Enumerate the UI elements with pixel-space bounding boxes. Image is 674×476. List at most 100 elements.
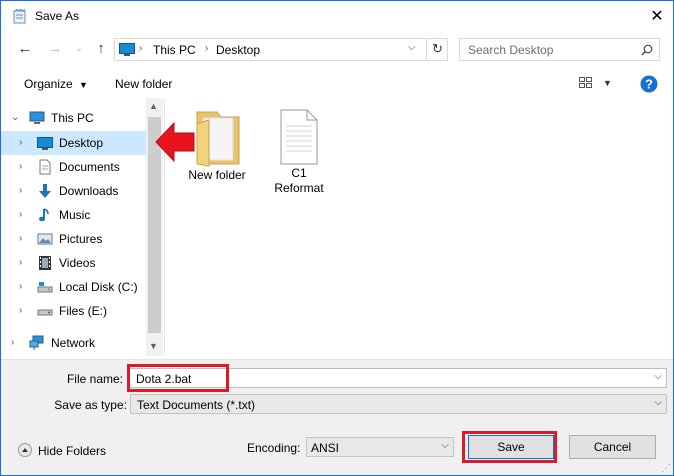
cancel-button[interactable]: Cancel — [569, 435, 656, 459]
search-input[interactable]: Search Desktop — [459, 38, 660, 61]
notepad-icon — [13, 9, 26, 24]
navigation-pane: ⌄ This PC › Desktop › Documents › Downlo… — [1, 98, 146, 356]
up-button[interactable]: ↑ — [91, 39, 111, 59]
collapse-up-icon — [18, 443, 32, 457]
desktop-icon — [37, 137, 53, 150]
file-list: New folder C1 Reformat — [166, 98, 673, 356]
back-button[interactable]: ← — [15, 39, 35, 59]
chevron-right-icon: › — [19, 209, 23, 220]
recent-locations-button[interactable]: ⌄ — [69, 39, 89, 59]
refresh-button[interactable]: ↻ — [426, 38, 448, 61]
forward-arrow-icon: → — [47, 40, 63, 57]
chevron-right-icon: › — [19, 281, 23, 292]
back-arrow-icon: ← — [17, 40, 33, 57]
documents-icon — [39, 159, 51, 175]
document-icon — [280, 109, 318, 165]
breadcrumb-separator: › — [205, 43, 209, 54]
address-bar[interactable]: › This PC › Desktop ⌵ — [114, 38, 448, 61]
sidebar-item-label: Files (E:) — [59, 304, 107, 318]
sidebar-item-videos[interactable]: › Videos — [1, 251, 146, 275]
save-button-highlight — [462, 431, 557, 463]
svg-text:?: ? — [645, 77, 653, 92]
sidebar-item-pictures[interactable]: › Pictures — [1, 227, 146, 251]
breadcrumb-separator: › — [139, 43, 143, 54]
file-item-new-folder[interactable]: New folder — [182, 108, 252, 183]
breadcrumb-this-pc[interactable]: This PC — [153, 43, 196, 57]
scroll-up-icon[interactable]: ▲ — [149, 101, 158, 111]
chevron-down-icon: ⌄ — [74, 43, 84, 54]
help-icon[interactable]: ? — [640, 75, 658, 93]
address-dropdown-icon[interactable]: ⌵ — [408, 42, 416, 53]
refresh-icon: ↻ — [432, 41, 443, 56]
new-folder-button[interactable]: New folder — [115, 77, 172, 91]
chevron-down-icon: ⌵ — [441, 440, 449, 451]
view-dropdown-icon[interactable]: ▼ — [603, 78, 612, 88]
forward-button[interactable]: → — [45, 39, 65, 59]
sidebar-item-label: Downloads — [59, 184, 119, 198]
chevron-down-icon: ⌄ — [11, 112, 20, 123]
save-as-type-value: Text Documents (*.txt) — [137, 398, 256, 412]
sidebar-item-local-disk[interactable]: › Local Disk (C:) — [1, 275, 146, 299]
chevron-right-icon: › — [19, 185, 23, 196]
close-button[interactable]: ✕ — [644, 5, 670, 29]
organize-button[interactable]: Organize ▼ — [24, 77, 88, 91]
sidebar-item-desktop[interactable]: › Desktop — [1, 131, 146, 155]
sidebar-item-music[interactable]: › Music — [1, 203, 146, 227]
pc-icon — [29, 111, 45, 124]
videos-icon — [39, 256, 51, 270]
local-disk-icon — [37, 282, 53, 293]
title-bar: Save As ✕ — [1, 1, 673, 32]
up-arrow-icon: ↑ — [97, 40, 105, 57]
sidebar-item-label: Videos — [59, 256, 96, 270]
file-name-highlight — [127, 364, 229, 392]
sidebar-item-network[interactable]: › Network — [1, 331, 146, 355]
close-icon: ✕ — [650, 8, 664, 25]
file-item-label: New folder — [188, 168, 246, 182]
encoding-value: ANSI — [311, 441, 340, 455]
desktop-icon — [119, 43, 135, 56]
chevron-right-icon: › — [11, 337, 15, 348]
save-as-type-label: Save as type: — [54, 398, 127, 412]
sidebar-item-label: Pictures — [59, 232, 103, 246]
sidebar-item-documents[interactable]: › Documents — [1, 155, 146, 179]
chevron-right-icon: › — [19, 233, 23, 244]
downloads-icon — [39, 184, 51, 198]
window-title: Save As — [35, 9, 80, 23]
file-name-label: File name: — [66, 372, 123, 386]
file-item-label: C1 Reformat — [274, 166, 324, 195]
encoding-select[interactable]: ANSI ⌵ — [306, 437, 454, 457]
sidebar-item-files-e[interactable]: › Files (E:) — [1, 299, 146, 323]
hide-folders-label: Hide Folders — [38, 444, 107, 458]
chevron-right-icon: › — [19, 137, 23, 148]
chevron-right-icon: › — [19, 161, 23, 172]
pictures-icon — [37, 233, 53, 245]
sidebar-item-label: Network — [51, 336, 96, 350]
search-icon — [641, 44, 653, 56]
scroll-down-icon[interactable]: ▼ — [149, 341, 158, 351]
organize-label: Organize — [24, 77, 73, 91]
resize-grip-icon[interactable]: ⋰ — [661, 463, 671, 474]
music-icon — [39, 208, 49, 222]
sidebar-item-label: Local Disk (C:) — [59, 280, 138, 294]
sidebar-item-label: Music — [59, 208, 91, 222]
chevron-down-icon: ⌵ — [654, 397, 662, 408]
encoding-label: Encoding: — [247, 441, 301, 455]
chevron-right-icon: › — [19, 305, 23, 316]
chevron-down-icon[interactable]: ⌵ — [654, 371, 662, 382]
chevron-right-icon: › — [19, 257, 23, 268]
breadcrumb-desktop[interactable]: Desktop — [216, 43, 260, 57]
drive-icon — [37, 309, 53, 316]
folder-icon — [196, 111, 240, 167]
search-placeholder: Search Desktop — [468, 43, 554, 57]
sidebar-item-label: Desktop — [59, 136, 104, 150]
view-options-icon[interactable] — [579, 77, 593, 89]
save-as-dialog: Save As ✕ ← → ⌄ ↑ › This PC › Desktop ⌵ … — [0, 0, 674, 476]
save-as-type-select[interactable]: Text Documents (*.txt) ⌵ — [130, 394, 667, 414]
network-icon — [29, 335, 44, 350]
file-item-c1-reformat[interactable]: C1 Reformat — [266, 108, 332, 196]
sidebar-item-label: Documents — [59, 160, 120, 174]
sidebar-item-this-pc[interactable]: ⌄ This PC — [1, 106, 146, 130]
organize-dropdown-icon: ▼ — [79, 80, 88, 90]
sidebar-item-downloads[interactable]: › Downloads — [1, 179, 146, 203]
sidebar-item-label: This PC — [51, 111, 94, 125]
